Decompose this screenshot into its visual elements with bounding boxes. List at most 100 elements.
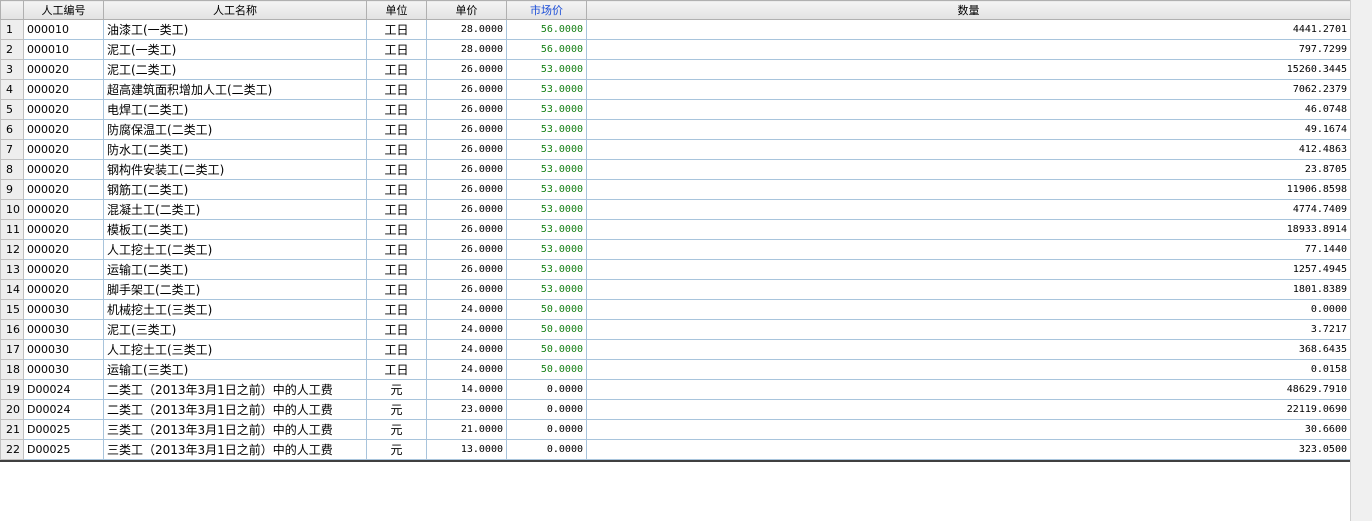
price-cell[interactable]: 26.0000 [426, 219, 507, 240]
table-row[interactable]: 3 000020 泥工(二类工) 工日 26.0000 53.0000 15260.3445 [0, 59, 1351, 80]
table-row[interactable]: 22 D00025 三类工（2013年3月1日之前）中的人工费元 13.0000 0.0… [0, 439, 1351, 460]
unit-cell[interactable]: 工日 [366, 79, 427, 100]
table-row[interactable]: 13 000020 运输工(二类工) 工日 26.0000 53.0000 1257.494… [0, 259, 1351, 280]
code-cell[interactable]: 000020 [23, 179, 104, 200]
name-cell[interactable]: 防腐保温工(二类工) [103, 119, 367, 140]
name-cell[interactable]: 运输工(二类工) [103, 259, 367, 280]
code-cell[interactable]: 000030 [23, 339, 104, 360]
market-price-cell[interactable]: 56.0000 [506, 39, 587, 60]
market-price-cell[interactable]: 53.0000 [506, 139, 587, 160]
quantity-cell[interactable]: 0.0000 [586, 299, 1351, 320]
name-cell[interactable]: 电焊工(二类工) [103, 99, 367, 120]
unit-cell[interactable]: 工日 [366, 39, 427, 60]
unit-cell[interactable]: 工日 [366, 199, 427, 220]
market-price-cell[interactable]: 53.0000 [506, 79, 587, 100]
code-cell[interactable]: 000020 [23, 199, 104, 220]
code-cell[interactable]: D00025 [23, 439, 104, 460]
unit-cell[interactable]: 工日 [366, 339, 427, 360]
name-cell[interactable]: 超高建筑面积增加人工(二类工) [103, 79, 367, 100]
price-cell[interactable]: 26.0000 [426, 139, 507, 160]
name-cell[interactable]: 油漆工(一类工) [103, 19, 367, 40]
name-cell[interactable]: 模板工(二类工) [103, 219, 367, 240]
table-row[interactable]: 18 000030 运输工(三类工) 工日 24.0000 50.0000 0.0158 [0, 359, 1351, 380]
quantity-cell[interactable]: 30.6600 [586, 419, 1351, 440]
header-code[interactable]: 人工编号 [23, 0, 104, 20]
price-cell[interactable]: 26.0000 [426, 59, 507, 80]
table-row[interactable]: 19 D00024 二类工（2013年3月1日之前）中的人工费元 14.0000 0.0… [0, 379, 1351, 400]
quantity-cell[interactable]: 1257.4945 [586, 259, 1351, 280]
price-cell[interactable]: 26.0000 [426, 119, 507, 140]
price-cell[interactable]: 26.0000 [426, 199, 507, 220]
table-row[interactable]: 2 000010 泥工(一类工) 工日 28.0000 56.0000 797.7299 [0, 39, 1351, 60]
unit-cell[interactable]: 工日 [366, 299, 427, 320]
unit-cell[interactable]: 元 [366, 399, 427, 420]
code-cell[interactable]: 000010 [23, 19, 104, 40]
code-cell[interactable]: 000020 [23, 159, 104, 180]
market-price-cell[interactable]: 0.0000 [506, 419, 587, 440]
price-cell[interactable]: 26.0000 [426, 79, 507, 100]
name-cell[interactable]: 泥工(二类工) [103, 59, 367, 80]
name-cell[interactable]: 三类工（2013年3月1日之前）中的人工费 [103, 439, 367, 460]
table-row[interactable]: 11 000020 模板工(二类工) 工日 26.0000 53.0000 18933.89… [0, 219, 1351, 240]
market-price-cell[interactable]: 53.0000 [506, 59, 587, 80]
market-price-cell[interactable]: 50.0000 [506, 359, 587, 380]
market-price-cell[interactable]: 0.0000 [506, 439, 587, 460]
quantity-cell[interactable]: 7062.2379 [586, 79, 1351, 100]
code-cell[interactable]: 000020 [23, 79, 104, 100]
unit-cell[interactable]: 工日 [366, 179, 427, 200]
name-cell[interactable]: 二类工（2013年3月1日之前）中的人工费 [103, 379, 367, 400]
market-price-cell[interactable]: 53.0000 [506, 199, 587, 220]
market-price-cell[interactable]: 53.0000 [506, 179, 587, 200]
code-cell[interactable]: 000020 [23, 59, 104, 80]
unit-cell[interactable]: 工日 [366, 119, 427, 140]
quantity-cell[interactable]: 4774.7409 [586, 199, 1351, 220]
code-cell[interactable]: 000020 [23, 99, 104, 120]
quantity-cell[interactable]: 48629.7910 [586, 379, 1351, 400]
price-cell[interactable]: 28.0000 [426, 19, 507, 40]
price-cell[interactable]: 13.0000 [426, 439, 507, 460]
code-cell[interactable]: D00024 [23, 379, 104, 400]
table-row[interactable]: 14 000020 脚手架工(二类工) 工日 26.0000 53.0000 1801.83… [0, 279, 1351, 300]
table-row[interactable]: 17 000030 人工挖土工(三类工) 工日 24.0000 50.0000 368.64… [0, 339, 1351, 360]
table-row[interactable]: 1 000010 油漆工(一类工) 工日 28.0000 56.0000 4441.2701 [0, 19, 1351, 40]
code-cell[interactable]: 000030 [23, 319, 104, 340]
unit-cell[interactable]: 元 [366, 419, 427, 440]
quantity-cell[interactable]: 18933.8914 [586, 219, 1351, 240]
table-row[interactable]: 12 000020 人工挖土工(二类工) 工日 26.0000 53.0000 77.144… [0, 239, 1351, 260]
unit-cell[interactable]: 工日 [366, 219, 427, 240]
market-price-cell[interactable]: 50.0000 [506, 319, 587, 340]
name-cell[interactable]: 防水工(二类工) [103, 139, 367, 160]
name-cell[interactable]: 钢筋工(二类工) [103, 179, 367, 200]
quantity-cell[interactable]: 4441.2701 [586, 19, 1351, 40]
market-price-cell[interactable]: 53.0000 [506, 259, 587, 280]
header-name[interactable]: 人工名称 [103, 0, 367, 20]
vertical-scrollbar[interactable] [1350, 0, 1372, 521]
price-cell[interactable]: 28.0000 [426, 39, 507, 60]
quantity-cell[interactable]: 49.1674 [586, 119, 1351, 140]
quantity-cell[interactable]: 23.8705 [586, 159, 1351, 180]
unit-cell[interactable]: 工日 [366, 99, 427, 120]
name-cell[interactable]: 人工挖土工(三类工) [103, 339, 367, 360]
table-row[interactable]: 7 000020 防水工(二类工) 工日 26.0000 53.0000 412.4863 [0, 139, 1351, 160]
price-cell[interactable]: 26.0000 [426, 99, 507, 120]
quantity-cell[interactable]: 1801.8389 [586, 279, 1351, 300]
price-cell[interactable]: 24.0000 [426, 339, 507, 360]
code-cell[interactable]: 000020 [23, 219, 104, 240]
price-cell[interactable]: 14.0000 [426, 379, 507, 400]
name-cell[interactable]: 钢构件安装工(二类工) [103, 159, 367, 180]
price-cell[interactable]: 24.0000 [426, 359, 507, 380]
unit-cell[interactable]: 工日 [366, 259, 427, 280]
unit-cell[interactable]: 工日 [366, 139, 427, 160]
unit-cell[interactable]: 工日 [366, 279, 427, 300]
code-cell[interactable]: 000030 [23, 359, 104, 380]
table-row[interactable]: 6 000020 防腐保温工(二类工) 工日 26.0000 53.0000 49.1674 [0, 119, 1351, 140]
market-price-cell[interactable]: 56.0000 [506, 19, 587, 40]
quantity-cell[interactable]: 77.1440 [586, 239, 1351, 260]
name-cell[interactable]: 泥工(三类工) [103, 319, 367, 340]
price-cell[interactable]: 26.0000 [426, 179, 507, 200]
code-cell[interactable]: 000020 [23, 279, 104, 300]
header-market-price[interactable]: 市场价 [506, 0, 587, 20]
quantity-cell[interactable]: 11906.8598 [586, 179, 1351, 200]
table-row[interactable]: 21 D00025 三类工（2013年3月1日之前）中的人工费元 21.0000 0.0… [0, 419, 1351, 440]
unit-cell[interactable]: 工日 [366, 359, 427, 380]
